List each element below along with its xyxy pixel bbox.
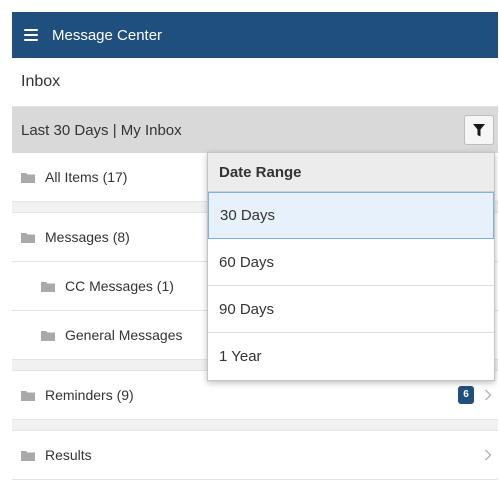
date-range-dropdown: Date Range 30 Days 60 Days 90 Days 1 Yea…: [207, 152, 495, 381]
app-title: Message Center: [52, 26, 163, 44]
folder-label: Messages (8): [45, 229, 130, 245]
filter-label: Last 30 Days | My Inbox: [21, 121, 182, 139]
folder-label: All Items (17): [45, 169, 128, 185]
inbox-heading: Inbox: [12, 58, 498, 107]
folder-icon: [21, 450, 35, 461]
chevron-right-icon: [484, 389, 492, 401]
chevron-right-icon: [484, 449, 492, 461]
folder-icon: [21, 172, 35, 183]
hamburger-menu-icon[interactable]: [24, 29, 38, 41]
folder-icon: [41, 330, 55, 341]
inbox-label: Inbox: [21, 73, 61, 90]
folder-icon: [41, 281, 55, 292]
filter-funnel-icon: [473, 123, 485, 136]
date-option-1-year[interactable]: 1 Year: [208, 333, 494, 380]
folder-label: General Messages: [65, 327, 183, 343]
unread-count-badge: 6: [458, 386, 474, 404]
filter-bar[interactable]: Last 30 Days | My Inbox: [12, 107, 498, 153]
folder-icon: [21, 390, 35, 401]
folder-row-results[interactable]: Results: [12, 431, 498, 480]
message-center-screen: Message Center Inbox Last 30 Days | My I…: [12, 12, 498, 487]
folder-label: CC Messages (1): [65, 278, 174, 294]
folder-label: Results: [45, 447, 92, 463]
section-divider: [12, 420, 498, 431]
folder-label: Reminders (9): [45, 387, 134, 403]
date-option-30-days[interactable]: 30 Days: [208, 192, 494, 239]
folder-icon: [21, 232, 35, 243]
date-option-60-days[interactable]: 60 Days: [208, 239, 494, 286]
app-header: Message Center: [12, 12, 498, 58]
filter-button[interactable]: [464, 115, 494, 145]
dropdown-title: Date Range: [208, 153, 494, 192]
date-option-90-days[interactable]: 90 Days: [208, 286, 494, 333]
